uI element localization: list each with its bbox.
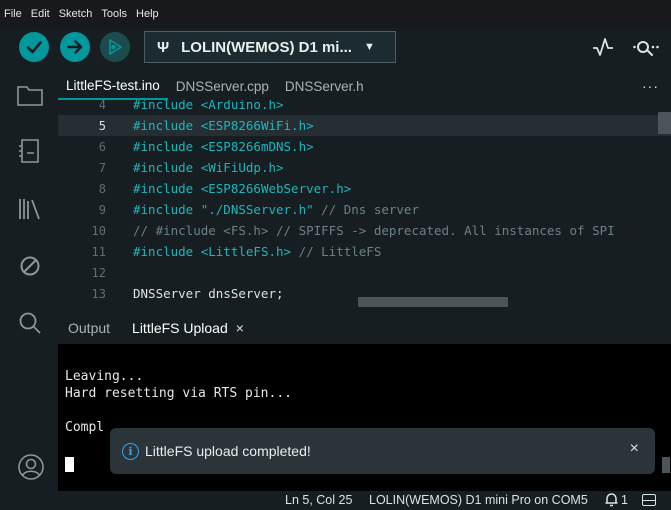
status-bar: Ln 5, Col 25 LOLIN(WEMOS) D1 mini Pro on… <box>0 491 671 510</box>
code-text: #include <ESP8266WiFi.h> <box>133 118 314 133</box>
code-token: <LittleFS.h> <box>200 244 292 259</box>
tab-dnsserver-h[interactable]: DNSServer.h <box>277 72 372 100</box>
info-icon: i <box>122 442 139 460</box>
notification-message: LittleFS upload completed! <box>145 443 311 459</box>
menu-file[interactable]: File <box>4 8 22 20</box>
sketchbook-icon[interactable] <box>16 81 44 109</box>
line-number: 10 <box>91 223 106 238</box>
code-line[interactable]: 4 #include <Arduino.h> <box>58 100 671 115</box>
code-token: <WiFiUdp.h> <box>200 160 284 175</box>
verify-button[interactable] <box>19 32 49 62</box>
code-token: <Arduino.h> <box>200 100 284 112</box>
code-text: #include <LittleFS.h> // LittleFS <box>133 244 381 259</box>
debug-panel-icon[interactable] <box>16 252 44 280</box>
chevron-down-icon: ▼ <box>363 41 375 53</box>
upload-notification: i LittleFS upload completed! × <box>110 428 655 474</box>
menu-sketch[interactable]: Sketch <box>59 8 93 20</box>
code-text: DNSServer dnsServer; <box>133 286 284 301</box>
tab-littlefs-test-ino[interactable]: LittleFS-test.ino <box>58 72 168 100</box>
code-token: <ESP8266WebServer.h> <box>200 181 352 196</box>
horizontal-scrollbar[interactable] <box>358 297 508 307</box>
line-number: 12 <box>91 265 106 280</box>
code-token: #include <box>133 100 201 112</box>
notification-count: 1 <box>621 493 628 507</box>
code-text: #include <ESP8266WebServer.h> <box>133 181 351 196</box>
code-editor[interactable]: 4 #include <Arduino.h> 5 #include <ESP8266W… <box>58 100 671 310</box>
code-token: "./DNSServer.h" <box>200 202 314 217</box>
serial-monitor-icon[interactable] <box>632 36 662 58</box>
line-number: 4 <box>98 100 106 112</box>
code-line[interactable]: 8 #include <ESP8266WebServer.h> <box>58 178 671 199</box>
text-cursor <box>65 457 74 472</box>
serial-plotter-icon[interactable] <box>592 36 614 58</box>
board-name: LOLIN(WEMOS) D1 mi... <box>181 38 352 56</box>
code-token: #include <box>133 244 201 259</box>
code-token: #include <box>133 139 201 154</box>
debug-icon <box>109 39 122 55</box>
upload-button[interactable] <box>60 32 90 62</box>
vertical-scrollbar[interactable] <box>658 112 671 134</box>
search-icon[interactable] <box>16 309 44 337</box>
menu-bar: File Edit Sketch Tools Help <box>0 0 671 28</box>
code-token: #include <box>133 181 201 196</box>
code-token: // Dns server <box>313 202 419 217</box>
notification-bell-icon[interactable] <box>604 492 619 507</box>
code-text: #include <Arduino.h> <box>133 100 284 112</box>
line-number: 13 <box>91 286 106 301</box>
library-manager-icon[interactable] <box>16 195 44 223</box>
output-tabs: Output LittleFS Upload × <box>58 311 671 344</box>
menu-help[interactable]: Help <box>136 8 159 20</box>
code-line[interactable]: 7 #include <WiFiUdp.h> <box>58 157 671 178</box>
code-token: // #include <FS.h> // SPIFFS -> deprecat… <box>133 223 615 238</box>
line-number: 11 <box>91 244 106 259</box>
code-line[interactable]: 11 #include <LittleFS.h> // LittleFS <box>58 241 671 262</box>
code-text: #include <ESP8266mDNS.h> <box>133 139 314 154</box>
close-icon[interactable]: × <box>630 440 639 458</box>
tab-output[interactable]: Output <box>68 320 110 336</box>
menu-edit[interactable]: Edit <box>31 8 50 20</box>
code-line[interactable]: 5 #include <ESP8266WiFi.h> <box>58 115 671 136</box>
console-line: Hard resetting via RTS pin... <box>65 386 292 401</box>
account-icon[interactable] <box>17 453 45 481</box>
sidebar <box>0 69 58 491</box>
console-scrollbar[interactable] <box>662 457 670 473</box>
cursor-position[interactable]: Ln 5, Col 25 <box>285 493 352 507</box>
toggle-panel-icon[interactable] <box>642 494 656 506</box>
usb-icon: Ψ <box>157 38 170 56</box>
tab-littlefs-upload[interactable]: LittleFS Upload <box>132 320 228 336</box>
editor-tabs: LittleFS-test.ino DNSServer.cpp DNSServe… <box>58 72 671 100</box>
code-token: // LittleFS <box>291 244 382 259</box>
code-text: #include "./DNSServer.h" // Dns server <box>133 202 419 217</box>
line-number: 9 <box>98 202 106 217</box>
line-number: 6 <box>98 139 106 154</box>
menu-tools[interactable]: Tools <box>101 8 127 20</box>
code-token: #include <box>133 118 201 133</box>
boards-manager-icon[interactable] <box>16 137 44 165</box>
verify-icon <box>26 41 42 54</box>
line-number: 8 <box>98 181 106 196</box>
code-token: <ESP8266WiFi.h> <box>200 118 314 133</box>
line-number: 7 <box>98 160 106 175</box>
code-line[interactable]: 12 <box>58 262 671 283</box>
console-line: Compl <box>65 420 105 435</box>
debug-button[interactable] <box>100 32 130 62</box>
toolbar: Ψ LOLIN(WEMOS) D1 mi... ▼ <box>0 28 671 69</box>
tab-dnsserver-cpp[interactable]: DNSServer.cpp <box>168 72 277 100</box>
line-number: 5 <box>98 118 106 133</box>
code-text: // #include <FS.h> // SPIFFS -> deprecat… <box>133 223 615 238</box>
more-tabs-button[interactable]: ··· <box>642 78 659 94</box>
upload-icon <box>67 40 83 54</box>
code-token: #include <box>133 202 201 217</box>
code-text: #include <WiFiUdp.h> <box>133 160 284 175</box>
code-line[interactable]: 9 #include "./DNSServer.h" // Dns server <box>58 199 671 220</box>
board-status[interactable]: LOLIN(WEMOS) D1 mini Pro on COM5 <box>369 493 588 507</box>
console-line: Leaving... <box>65 369 144 384</box>
code-token: #include <box>133 160 201 175</box>
board-selector[interactable]: Ψ LOLIN(WEMOS) D1 mi... ▼ <box>144 31 396 63</box>
code-token: <ESP8266mDNS.h> <box>200 139 314 154</box>
code-line[interactable]: 6 #include <ESP8266mDNS.h> <box>58 136 671 157</box>
code-line[interactable]: 10 // #include <FS.h> // SPIFFS -> deprec… <box>58 220 671 241</box>
code-token: DNSServer dnsServer; <box>133 286 284 301</box>
close-icon[interactable]: × <box>236 320 244 336</box>
